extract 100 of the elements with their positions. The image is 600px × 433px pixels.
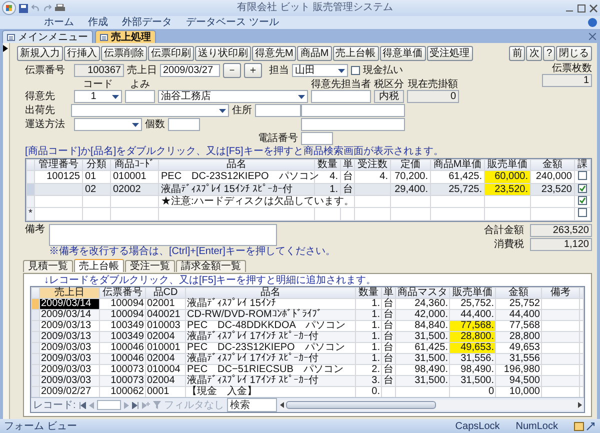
row-selector[interactable] xyxy=(26,196,34,208)
current-record-icon xyxy=(3,45,8,52)
toolbar-button[interactable]: 商品M xyxy=(297,46,332,61)
scroll-right-icon[interactable] xyxy=(578,402,582,408)
dropdown-arrow-icon xyxy=(219,108,226,112)
list-tab[interactable]: 売上台帳 xyxy=(74,259,124,272)
taxable-checkbox[interactable] xyxy=(578,184,587,193)
ribbon-tab[interactable]: 作成 xyxy=(88,17,108,28)
balance-field[interactable]: 0 xyxy=(407,90,459,103)
customer-code-dropdown[interactable]: 1 xyxy=(74,90,122,103)
total-field[interactable]: 1,120 xyxy=(530,238,592,251)
filter-icon[interactable] xyxy=(152,401,161,409)
hint-text: ※備考を改行する場合は、[Ctrl]+[Enter]キーを押してください。 xyxy=(49,246,336,257)
cash-payment-checkbox[interactable] xyxy=(351,66,360,75)
toolbar-button[interactable]: 前 xyxy=(509,46,526,61)
print-icon[interactable] xyxy=(55,4,65,12)
slip-number-field[interactable]: 100367 xyxy=(74,64,124,77)
list-tab[interactable]: 請求金額一覧 xyxy=(176,260,246,272)
close-icon[interactable] xyxy=(589,33,596,40)
close-icon[interactable] xyxy=(589,4,598,12)
toolbar-button[interactable]: 得意先M xyxy=(252,46,296,61)
ribbon-tab[interactable]: データベース ツール xyxy=(186,17,279,28)
form-view-icon[interactable] xyxy=(574,422,584,430)
row-selector[interactable] xyxy=(26,170,34,184)
taxable-checkbox[interactable] xyxy=(578,196,587,205)
field-label: よみ xyxy=(130,79,150,90)
field-label: 個数 xyxy=(145,119,165,130)
ribbon-tab[interactable]: 外部データ xyxy=(122,17,172,28)
undo-icon[interactable] xyxy=(31,4,40,12)
toolbar-button[interactable]: 売上台帳 xyxy=(332,46,379,61)
contact-field[interactable] xyxy=(311,90,371,103)
toolbar-button[interactable]: 受注処理 xyxy=(426,46,473,61)
shipping-method-dropdown[interactable] xyxy=(74,118,142,131)
dropdown-arrow-icon xyxy=(112,94,119,98)
taxable-checkbox[interactable] xyxy=(578,171,587,180)
taxable-checkbox[interactable] xyxy=(578,208,587,217)
document-tab[interactable]: メインメニュー xyxy=(2,30,93,43)
field-label: 得意先 xyxy=(25,90,56,103)
last-record-icon[interactable] xyxy=(132,402,139,408)
field-label: 税区分 xyxy=(374,79,404,90)
key-indicator: NumLock xyxy=(516,420,558,432)
redo-icon[interactable] xyxy=(43,4,52,12)
address-line-field[interactable] xyxy=(301,104,405,117)
field-label: 伝票番号 xyxy=(25,65,66,76)
dropdown-arrow-icon xyxy=(298,94,305,98)
field-label: 伝票枚数 xyxy=(552,63,592,74)
decrement-button[interactable]: － xyxy=(223,63,241,78)
field-label: 担当 xyxy=(269,65,289,76)
toolbar-button[interactable]: 次 xyxy=(526,46,542,61)
horizontal-scrollbar[interactable] xyxy=(280,400,582,410)
toolbar-button[interactable]: ? xyxy=(543,46,555,61)
select-all-corner[interactable] xyxy=(32,288,40,298)
ribbon-tab[interactable]: ホーム xyxy=(44,17,74,28)
address-field[interactable] xyxy=(255,104,301,117)
app-logo-icon[interactable] xyxy=(2,1,16,15)
customer-name-dropdown[interactable]: 油谷工務店 xyxy=(158,90,308,103)
form-icon xyxy=(100,34,108,40)
toolbar-button[interactable]: 行挿入 xyxy=(64,46,100,61)
toolbar-button[interactable]: 得意単価 xyxy=(380,46,426,61)
record-label: レコード: xyxy=(33,400,76,410)
staff-dropdown[interactable]: 山田 xyxy=(292,64,348,77)
next-record-icon[interactable] xyxy=(124,402,129,408)
toolbar-button[interactable]: 新規入力 xyxy=(17,46,63,61)
field-label: 電話番号 xyxy=(258,133,298,144)
window-title: 有限会社 ビット 販売管理システム xyxy=(236,2,394,14)
row-selector[interactable]: * xyxy=(26,208,34,220)
search-field[interactable]: 検索 xyxy=(226,398,277,412)
remarks-field[interactable] xyxy=(49,224,277,246)
pieces-field[interactable] xyxy=(168,118,200,131)
toolbar-button[interactable]: 伝票印刷 xyxy=(148,46,194,61)
list-tab[interactable]: 見積一覧 xyxy=(23,260,73,272)
save-icon[interactable] xyxy=(19,4,28,12)
address-line-field[interactable] xyxy=(301,118,405,131)
toolbar-button[interactable]: 伝票削除 xyxy=(101,46,147,61)
total-field[interactable]: 263,520 xyxy=(530,224,592,237)
maximize-icon[interactable] xyxy=(577,4,586,12)
record-number-field[interactable] xyxy=(96,400,121,410)
slip-count-field[interactable]: 1 xyxy=(542,74,592,87)
form-icon xyxy=(7,34,15,40)
field-label: 合計金額 xyxy=(484,225,524,236)
previous-record-icon[interactable] xyxy=(88,402,94,408)
first-record-icon[interactable] xyxy=(78,402,86,408)
column-header[interactable]: 売上日 xyxy=(40,288,100,298)
reading-field[interactable] xyxy=(125,90,155,103)
dropdown-arrow-icon xyxy=(132,122,139,126)
field-label: 運送方法 xyxy=(25,119,66,130)
toolbar-button[interactable]: 送り状印刷 xyxy=(195,46,251,61)
list-tab[interactable]: 受注一覧 xyxy=(125,260,175,272)
column-header[interactable]: 品名 xyxy=(158,160,314,170)
select-all-corner[interactable] xyxy=(26,160,34,170)
ship-to-dropdown[interactable] xyxy=(71,104,229,117)
document-tab[interactable]: 売上処理 xyxy=(95,30,156,43)
increment-button[interactable]: ＋ xyxy=(244,63,262,78)
phone-field[interactable] xyxy=(301,132,333,145)
table-cell: 23,520. xyxy=(484,184,530,196)
field-label: 住所 xyxy=(232,105,252,116)
sales-date-field[interactable]: 2009/03/27 xyxy=(160,64,220,77)
dropdown-arrow-icon xyxy=(338,68,345,72)
toolbar-button[interactable]: 閉じる xyxy=(556,46,592,61)
field-label: 現在売掛額 xyxy=(408,79,458,90)
